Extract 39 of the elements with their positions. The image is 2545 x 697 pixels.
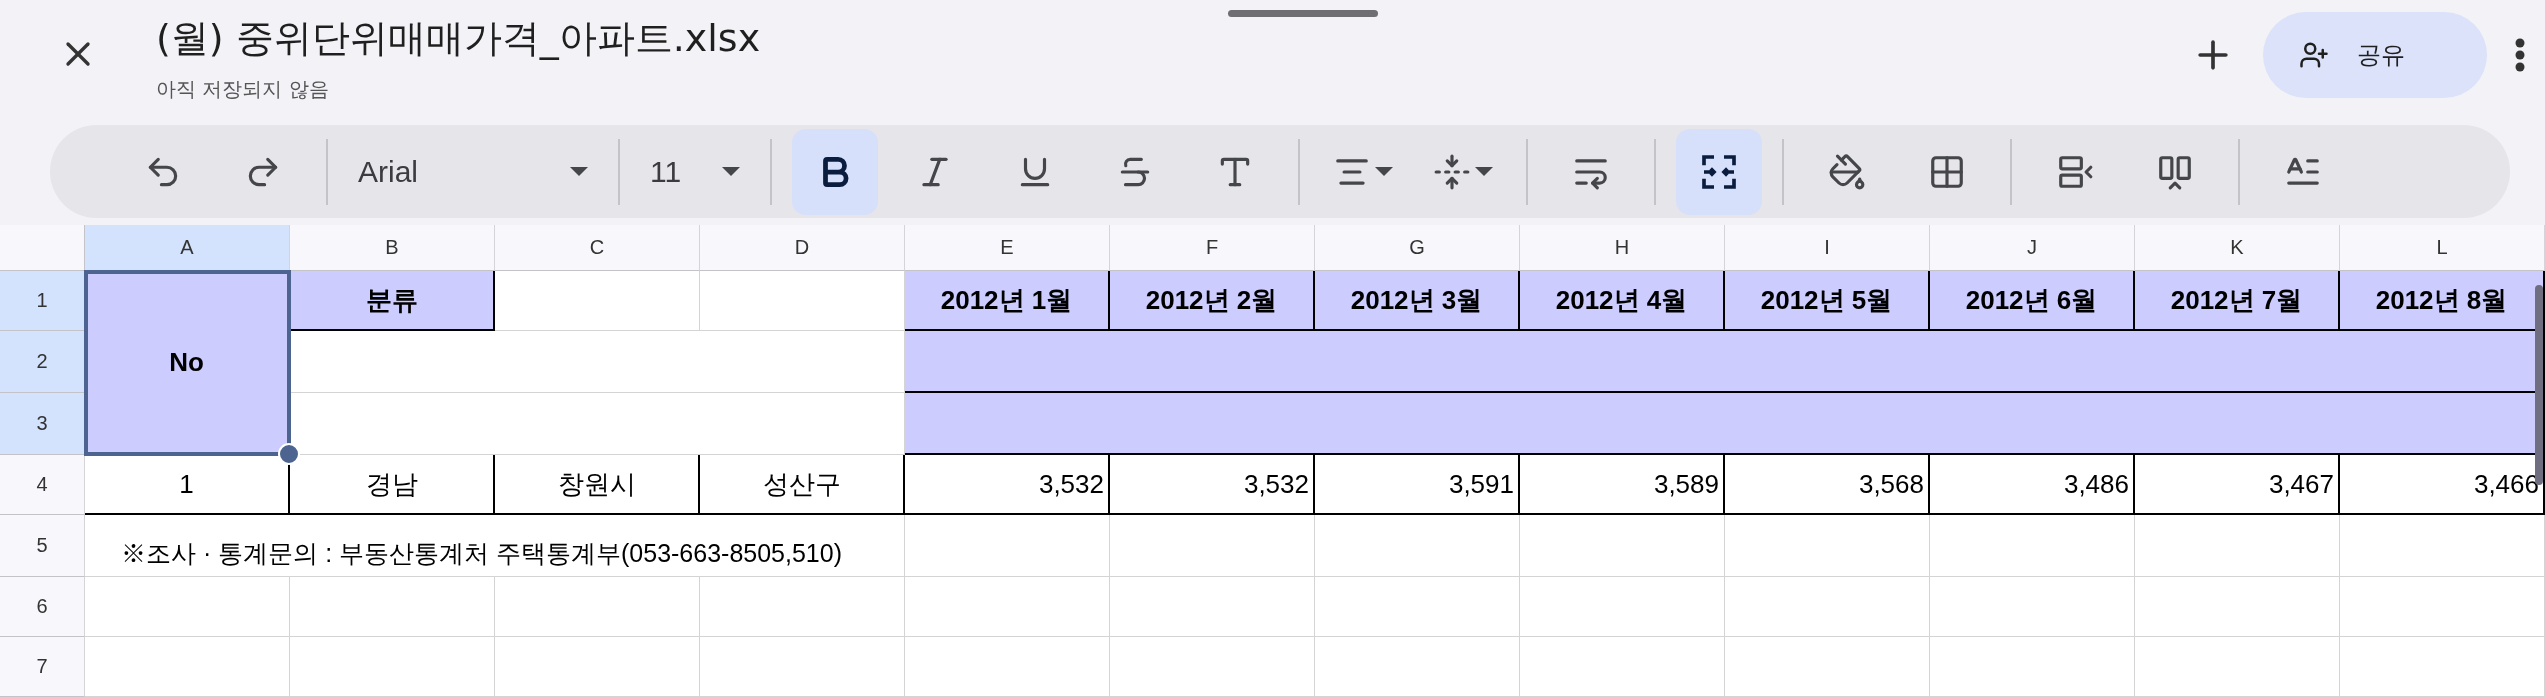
merge-cells-button[interactable] [1676, 128, 1762, 215]
row-header[interactable]: 5 [0, 515, 85, 577]
share-button[interactable]: 공유 [2263, 12, 2487, 98]
caret-icon [1375, 167, 1393, 177]
column-header[interactable]: G [1315, 225, 1520, 271]
font-dropdown[interactable]: Arial [348, 154, 598, 189]
table-cell[interactable] [905, 393, 2545, 455]
save-status: 아직 저장되지 않음 [156, 76, 329, 103]
column-header[interactable]: C [495, 225, 700, 271]
column-header[interactable]: K [2135, 225, 2340, 271]
column-header[interactable]: E [905, 225, 1110, 271]
column-header[interactable]: A [85, 225, 290, 271]
vertical-align-icon [1433, 152, 1471, 191]
column-header[interactable]: L [2340, 225, 2545, 271]
select-all-corner[interactable] [0, 225, 85, 271]
add-person-icon [2299, 40, 2329, 70]
more-icon [2515, 38, 2525, 72]
column-header[interactable]: I [1725, 225, 1930, 271]
bold-button[interactable] [792, 128, 878, 215]
table-cell[interactable] [905, 331, 2545, 393]
drag-handle[interactable] [1228, 10, 1378, 17]
table-cell[interactable]: No [85, 271, 290, 455]
column-header[interactable]: B [290, 225, 495, 271]
column-header[interactable]: J [1930, 225, 2135, 271]
caret-icon [1475, 167, 1493, 177]
column-header[interactable]: F [1110, 225, 1315, 271]
font-size-dropdown[interactable]: 11 [640, 154, 750, 189]
caret-icon [570, 167, 588, 177]
caret-icon [722, 167, 740, 177]
row-header[interactable]: 2 [0, 331, 85, 393]
row-header[interactable]: 7 [0, 637, 85, 697]
column-header[interactable]: D [700, 225, 905, 271]
row-header[interactable]: 6 [0, 577, 85, 637]
row-header[interactable]: 1 [0, 271, 85, 331]
row-header[interactable]: 3 [0, 393, 85, 455]
paint-bucket-icon [1828, 152, 1866, 191]
column-header[interactable]: H [1520, 225, 1725, 271]
row-header[interactable]: 4 [0, 455, 85, 515]
document-title: (월) 중위단위매매가격_아파트.xlsx [156, 15, 761, 62]
